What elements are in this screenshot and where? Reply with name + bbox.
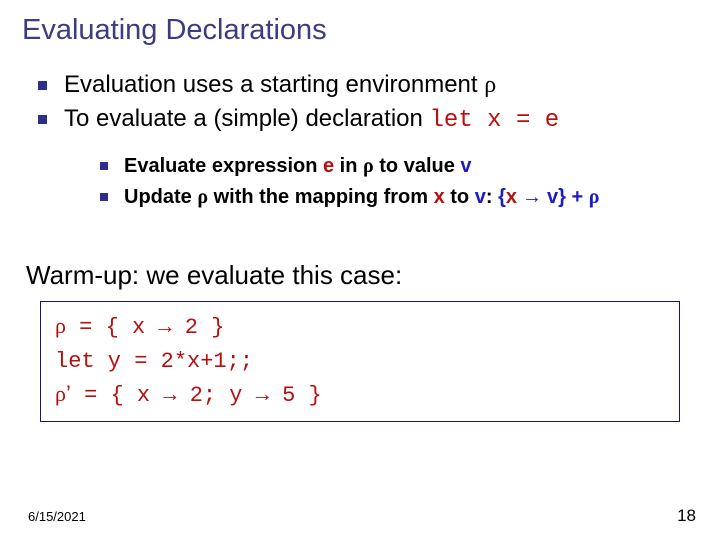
sb2-x2: x — [506, 186, 517, 208]
cl1-rho: ρ — [55, 313, 66, 338]
sub-bullet-1: Evaluate expression e in ρ to value v — [100, 152, 698, 181]
rho-symbol: ρ — [484, 72, 496, 98]
sb1-e: e — [323, 155, 334, 177]
code-line-3: ρ’ = { x → 2; y → 5 } — [55, 378, 665, 412]
cl2: let y = 2*x+1;; — [55, 349, 253, 374]
bullet-1: Evaluation uses a starting environment ρ — [36, 69, 698, 101]
cl3-rest: = { x → 2; y → 5 } — [71, 383, 322, 408]
sb2-x: x — [434, 186, 445, 208]
slide: Evaluating Declarations Evaluation uses … — [0, 0, 720, 540]
sb2-b: with the mapping from — [208, 186, 434, 208]
bullet-2-text: To evaluate a (simple) declaration — [64, 105, 430, 132]
sb2-rho2: ρ — [589, 186, 600, 208]
bullet-1-text: Evaluation uses a starting environment — [64, 71, 484, 98]
sub-bullet-2: Update ρ with the mapping from x to v: {… — [100, 183, 698, 212]
sb1-v: v — [460, 155, 471, 177]
sb1-d: to value — [374, 155, 461, 177]
sub-bullet-list: Evaluate expression e in ρ to value v Up… — [100, 152, 698, 212]
bullet-2: To evaluate a (simple) declaration let x… — [36, 103, 698, 211]
sb2-a: Update — [124, 186, 197, 208]
code-line-1: ρ = { x → 2 } — [55, 310, 665, 344]
sb2-rho1: ρ — [197, 186, 208, 208]
sb1-b: expression — [212, 155, 323, 177]
sb1-c: in — [334, 155, 363, 177]
sb2-bc: } — [558, 186, 566, 208]
sb1-a: Evaluate — [124, 155, 212, 177]
footer-date: 6/15/2021 — [28, 509, 86, 524]
sb1-rho: ρ — [363, 155, 374, 177]
sb2-plus: + — [566, 186, 589, 208]
slide-title: Evaluating Declarations — [22, 14, 698, 47]
sb2-c: to — [445, 186, 475, 208]
bullet-list: Evaluation uses a starting environment ρ… — [36, 69, 698, 212]
bullet-2-code: let x = e — [430, 107, 560, 134]
sb2-v2: v — [547, 186, 558, 208]
cl1-rest: = { x → 2 } — [66, 315, 224, 340]
footer-page-number: 18 — [677, 506, 696, 526]
sb2-colon: : — [486, 186, 498, 208]
sb2-v: v — [475, 186, 486, 208]
code-line-2: let y = 2*x+1;; — [55, 344, 665, 378]
warmup-heading: Warm-up: we evaluate this case: — [26, 260, 698, 291]
sb2-arrow: → — [517, 186, 547, 208]
sb2-bo: { — [498, 186, 506, 208]
code-block: ρ = { x → 2 } let y = 2*x+1;; ρ’ = { x →… — [40, 301, 680, 423]
cl3-rho: ρ — [55, 381, 66, 406]
